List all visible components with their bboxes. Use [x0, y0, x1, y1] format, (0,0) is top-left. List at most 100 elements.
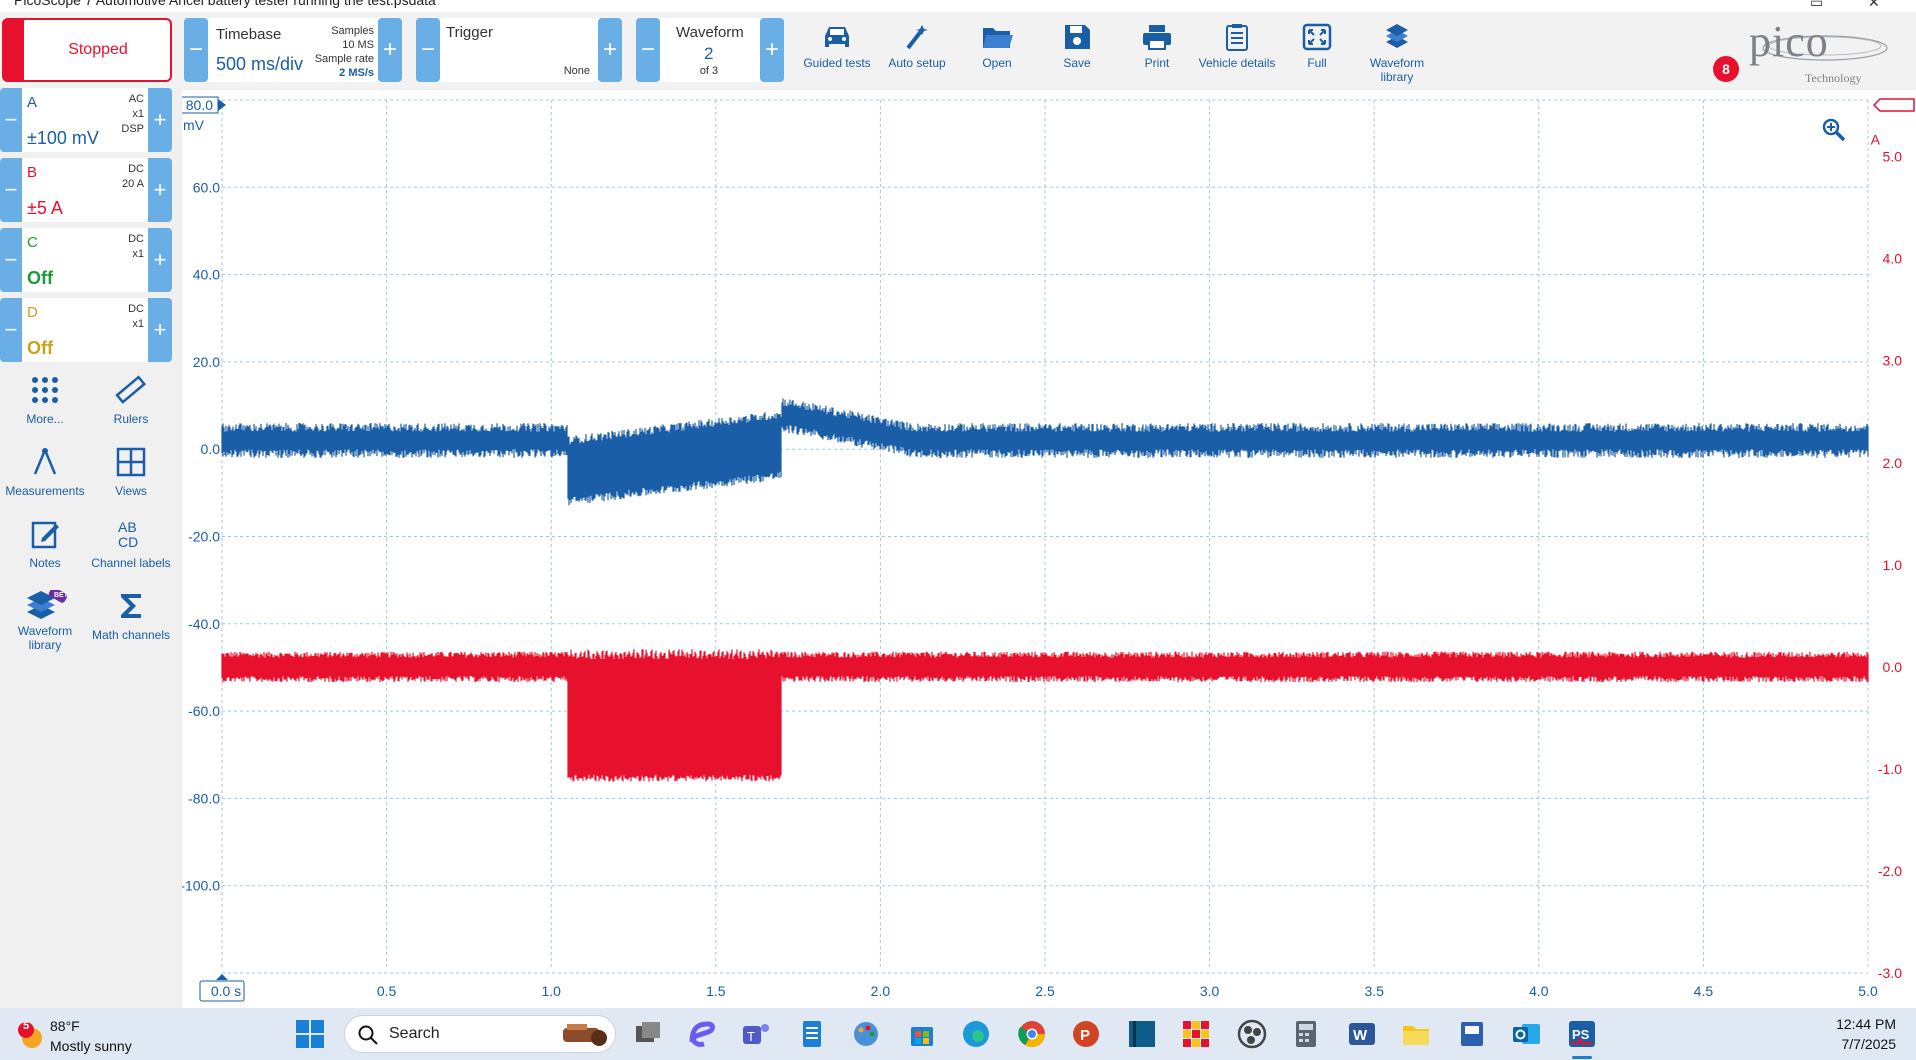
scope-plot[interactable]: 60.0 40.0 20.0 0.0 -20.0 -40.0 -60.0 -80.0 -100.… [182, 90, 1916, 1008]
trigger-mode[interactable]: None [546, 64, 590, 78]
scanner-icon[interactable] [1456, 1018, 1488, 1050]
pico-logo: pico Technology [1745, 16, 1895, 86]
app-icon[interactable] [1126, 1018, 1158, 1050]
channel-b-increase-button[interactable]: + [148, 158, 172, 222]
print-button[interactable]: Print [1117, 18, 1197, 84]
channel-c-settings: DC x1 [128, 233, 144, 260]
timebase-value[interactable]: 500 ms/div [216, 54, 303, 75]
picoscope-icon[interactable]: PS [1566, 1018, 1598, 1050]
obs-icon[interactable] [1236, 1018, 1268, 1050]
channel-d-control[interactable]: − D Off DC x1 + [0, 298, 172, 362]
channel-c-decrease-button[interactable]: − [0, 228, 22, 292]
x-axis-tick: 0.0 s [211, 983, 241, 999]
store-icon[interactable] [906, 1018, 938, 1050]
calculator-icon[interactable] [1290, 1018, 1322, 1050]
chrome-icon[interactable] [1016, 1018, 1048, 1050]
timebase-increase-button[interactable]: + [378, 18, 402, 82]
channel-a-name: A [27, 94, 38, 111]
waveform-prev-button[interactable]: − [636, 18, 660, 82]
trigger-next-button[interactable]: + [598, 18, 622, 82]
guided-tests-button[interactable]: Guided tests [797, 18, 877, 84]
full-screen-button[interactable]: Full [1277, 18, 1357, 84]
explorer-icon[interactable] [1400, 1018, 1432, 1050]
left-axis-tick: -60.0 [188, 703, 220, 719]
edge-icon[interactable] [960, 1018, 992, 1050]
left-axis-tick: 40.0 [193, 267, 220, 283]
zoom-icon[interactable] [1822, 118, 1846, 142]
widgets-icon [563, 1024, 607, 1046]
clock[interactable]: 12:44 PM 7/7/2025 [1836, 1014, 1896, 1054]
start-icon[interactable] [294, 1018, 326, 1050]
channel-a-decrease-button[interactable]: − [0, 88, 22, 152]
ruler-icon [115, 375, 147, 404]
save-button[interactable]: Save [1037, 18, 1117, 84]
auto-setup-button[interactable]: Auto setup [877, 18, 957, 84]
task-view-icon[interactable] [632, 1018, 664, 1050]
vehicle-details-button[interactable]: Vehicle details [1197, 18, 1277, 84]
x-axis-marker [216, 974, 228, 980]
channel-d-decrease-button[interactable]: − [0, 298, 22, 362]
save-icon [1065, 25, 1090, 49]
notes-button[interactable]: Notes [0, 518, 90, 588]
powerpoint-icon[interactable]: P [1070, 1018, 1102, 1050]
x-axis-tick: 3.0 [1200, 983, 1220, 999]
channel-a-range[interactable]: ±100 mV [27, 128, 99, 149]
weather-widget[interactable]: 5 88°F Mostly sunny [12, 1016, 192, 1056]
svg-text:P: P [1080, 1027, 1090, 1044]
waveform-next-button[interactable]: + [760, 18, 784, 82]
right-axis-unit: A [1871, 132, 1881, 148]
open-button[interactable]: Open [957, 18, 1037, 84]
channel-b-range[interactable]: ±5 A [27, 198, 63, 219]
waveform-library-tool-button[interactable]: BETA Waveform library [0, 590, 90, 660]
car-icon [825, 27, 849, 47]
rulers-button[interactable]: Rulers [86, 374, 176, 444]
scope-view[interactable]: 60.0 40.0 20.0 0.0 -20.0 -40.0 -60.0 -80.0 -100.… [182, 90, 1916, 1008]
office-icon[interactable] [1180, 1018, 1212, 1050]
print-icon [1143, 25, 1171, 50]
channel-d-increase-button[interactable]: + [148, 298, 172, 362]
logo-subtext: Technology [1805, 71, 1862, 85]
trigger-prev-button[interactable]: − [416, 18, 440, 82]
views-button[interactable]: Views [86, 446, 176, 516]
fullscreen-icon [1302, 23, 1332, 51]
outlook-icon[interactable] [1510, 1018, 1542, 1050]
more-button[interactable]: More... [0, 374, 90, 444]
channel-a-control[interactable]: − A ±100 mV AC x1 DSP + [0, 88, 172, 152]
maximize-icon[interactable]: ▭ [1810, 0, 1823, 11]
channel-b-settings: DC 20 A [121, 163, 144, 190]
measurements-button[interactable]: Measurements [0, 446, 90, 516]
weather-temp: 88°F [50, 1018, 80, 1034]
math-channels-button[interactable]: Math channels [86, 590, 176, 660]
channel-c-increase-button[interactable]: + [148, 228, 172, 292]
x-axis-tick: 1.0 [541, 983, 561, 999]
teams-icon[interactable]: T [740, 1018, 772, 1050]
weather-desc: Mostly sunny [50, 1038, 132, 1054]
right-axis-tick: 0.0 [1883, 659, 1903, 675]
views-icon [116, 447, 146, 477]
folder-icon [983, 28, 1013, 48]
channel-b-control[interactable]: − B ±5 A DC 20 A + [0, 158, 172, 222]
notification-badge[interactable]: 8 [1713, 56, 1739, 82]
taskbar-search[interactable]: Search [344, 1015, 616, 1053]
waveform-library-button[interactable]: Waveform library [1357, 18, 1437, 84]
copilot-icon[interactable] [686, 1018, 718, 1050]
run-stop-button[interactable]: Stopped [2, 18, 172, 82]
sun-icon [18, 1022, 42, 1048]
right-axis-tick: -2.0 [1878, 863, 1902, 879]
paint-icon[interactable] [850, 1018, 882, 1050]
toolbar: Stopped − Timebase 500 ms/div Samples 10… [0, 12, 1916, 88]
channel-c-control[interactable]: − C Off DC x1 + [0, 228, 172, 292]
word-icon[interactable]: W [1346, 1018, 1378, 1050]
channel-b-decrease-button[interactable]: − [0, 158, 22, 222]
notepad-icon[interactable] [796, 1018, 828, 1050]
left-axis-tick: 60.0 [193, 179, 220, 195]
channel-a-increase-button[interactable]: + [148, 88, 172, 152]
channel-c-range[interactable]: Off [27, 268, 53, 289]
channel-d-range[interactable]: Off [27, 338, 53, 359]
channel-labels-button[interactable]: AB CD Channel labels [86, 518, 176, 588]
measure-icon [33, 448, 57, 475]
right-axis-tick: -1.0 [1878, 761, 1902, 777]
close-icon[interactable]: ✕ [1868, 0, 1880, 11]
taskbar: 5 88°F Mostly sunny Search T P W PS 12:4… [0, 1008, 1916, 1060]
timebase-decrease-button[interactable]: − [184, 18, 208, 82]
